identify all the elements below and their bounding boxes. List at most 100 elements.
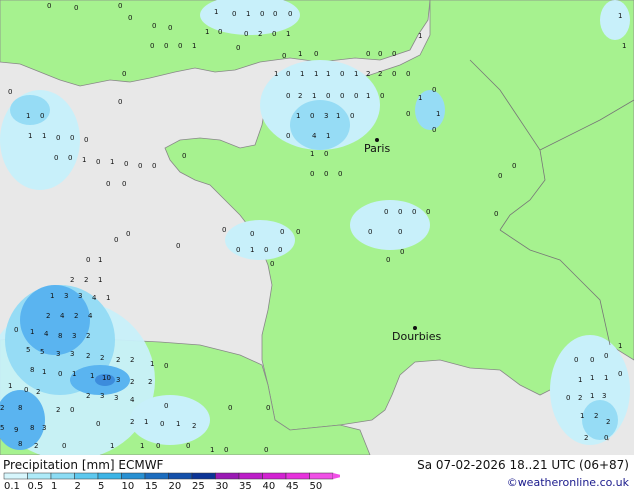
- svg-text:0: 0: [386, 256, 390, 264]
- svg-text:2: 2: [86, 392, 90, 400]
- precip-zone: [225, 220, 295, 260]
- svg-text:1: 1: [436, 110, 440, 118]
- svg-text:3: 3: [70, 350, 74, 358]
- svg-text:1: 1: [110, 442, 114, 450]
- svg-text:0: 0: [286, 70, 290, 78]
- svg-text:0: 0: [278, 246, 282, 254]
- svg-text:1: 1: [50, 292, 54, 300]
- svg-text:2: 2: [34, 442, 38, 450]
- svg-text:1: 1: [618, 342, 622, 350]
- svg-text:0: 0: [286, 92, 290, 100]
- svg-text:1: 1: [298, 50, 302, 58]
- legend-tick: 35: [239, 481, 252, 490]
- svg-text:0: 0: [412, 208, 416, 216]
- svg-text:2: 2: [594, 412, 598, 420]
- svg-text:3: 3: [78, 292, 82, 300]
- svg-text:2: 2: [130, 418, 134, 426]
- svg-text:1: 1: [98, 276, 102, 284]
- svg-text:4: 4: [44, 330, 49, 338]
- svg-text:1: 1: [310, 150, 314, 158]
- svg-text:0: 0: [86, 256, 90, 264]
- svg-text:1: 1: [8, 382, 12, 390]
- svg-text:1: 1: [314, 70, 318, 78]
- svg-text:1: 1: [192, 42, 196, 50]
- svg-text:0: 0: [392, 70, 396, 78]
- svg-text:3: 3: [324, 112, 328, 120]
- legend-tick: 1: [51, 481, 57, 490]
- svg-text:2: 2: [56, 406, 60, 414]
- svg-text:1: 1: [312, 92, 316, 100]
- svg-text:0: 0: [590, 356, 594, 364]
- svg-text:5: 5: [0, 424, 4, 432]
- svg-text:0: 0: [164, 42, 168, 50]
- svg-text:8: 8: [18, 440, 22, 448]
- svg-text:1: 1: [110, 158, 114, 166]
- svg-text:1: 1: [418, 32, 422, 40]
- svg-text:0: 0: [270, 260, 274, 268]
- svg-text:0: 0: [122, 70, 126, 78]
- svg-text:0: 0: [604, 434, 608, 442]
- svg-text:2: 2: [298, 92, 302, 100]
- svg-text:0: 0: [222, 226, 226, 234]
- svg-text:0: 0: [310, 170, 314, 178]
- svg-text:0: 0: [54, 154, 58, 162]
- svg-text:0: 0: [24, 386, 28, 394]
- svg-text:0: 0: [62, 442, 66, 450]
- svg-text:4: 4: [92, 294, 97, 302]
- svg-text:0: 0: [432, 126, 436, 134]
- legend-swatch: [215, 472, 240, 480]
- svg-text:0: 0: [498, 172, 502, 180]
- svg-text:2: 2: [366, 70, 370, 78]
- legend-swatch: [144, 472, 169, 480]
- credit-link[interactable]: ©weatheronline.co.uk: [507, 476, 629, 489]
- svg-text:0: 0: [124, 160, 128, 168]
- legend-swatch: [285, 472, 310, 480]
- svg-text:0: 0: [398, 228, 402, 236]
- legend-swatch: [121, 472, 146, 480]
- forecast-date: Sa 07-02-2026 18..21 UTC (06+87): [417, 458, 629, 472]
- svg-text:0: 0: [178, 42, 182, 50]
- svg-text:2: 2: [116, 356, 120, 364]
- legend-swatch: [27, 472, 52, 480]
- svg-text:0: 0: [176, 242, 180, 250]
- svg-text:2: 2: [0, 404, 4, 412]
- svg-text:0: 0: [68, 154, 72, 162]
- svg-text:3: 3: [64, 292, 68, 300]
- svg-text:0: 0: [264, 246, 268, 254]
- legend-swatch: [309, 472, 334, 480]
- svg-text:2: 2: [36, 388, 40, 396]
- svg-text:1: 1: [90, 372, 94, 380]
- legend-arrow: [333, 473, 340, 479]
- svg-text:0: 0: [70, 134, 74, 142]
- svg-text:0: 0: [272, 30, 276, 38]
- svg-text:3: 3: [56, 350, 60, 358]
- svg-text:0: 0: [224, 446, 228, 454]
- svg-text:0: 0: [168, 24, 172, 32]
- svg-text:1: 1: [214, 8, 218, 16]
- svg-text:4: 4: [60, 312, 65, 320]
- svg-text:1: 1: [28, 132, 32, 140]
- svg-text:8: 8: [18, 404, 22, 412]
- svg-text:0: 0: [324, 170, 328, 178]
- svg-text:0: 0: [236, 44, 240, 52]
- svg-text:0: 0: [58, 370, 62, 378]
- legend-tick: 20: [169, 481, 182, 490]
- svg-text:0: 0: [574, 356, 578, 364]
- svg-text:0: 0: [380, 92, 384, 100]
- svg-text:0: 0: [160, 420, 164, 428]
- svg-text:0: 0: [128, 14, 132, 22]
- legend-swatch: [50, 472, 75, 480]
- svg-text:0: 0: [494, 210, 498, 218]
- svg-text:2: 2: [130, 378, 134, 386]
- svg-text:1: 1: [590, 392, 594, 400]
- legend-swatch: [262, 472, 287, 480]
- svg-text:0: 0: [96, 420, 100, 428]
- svg-text:9: 9: [14, 426, 18, 434]
- svg-text:0: 0: [282, 52, 286, 60]
- svg-text:1: 1: [106, 294, 110, 302]
- legend-tick: 40: [263, 481, 276, 490]
- svg-text:0: 0: [84, 136, 88, 144]
- svg-text:0: 0: [426, 208, 430, 216]
- svg-text:0: 0: [340, 92, 344, 100]
- svg-text:1: 1: [144, 418, 148, 426]
